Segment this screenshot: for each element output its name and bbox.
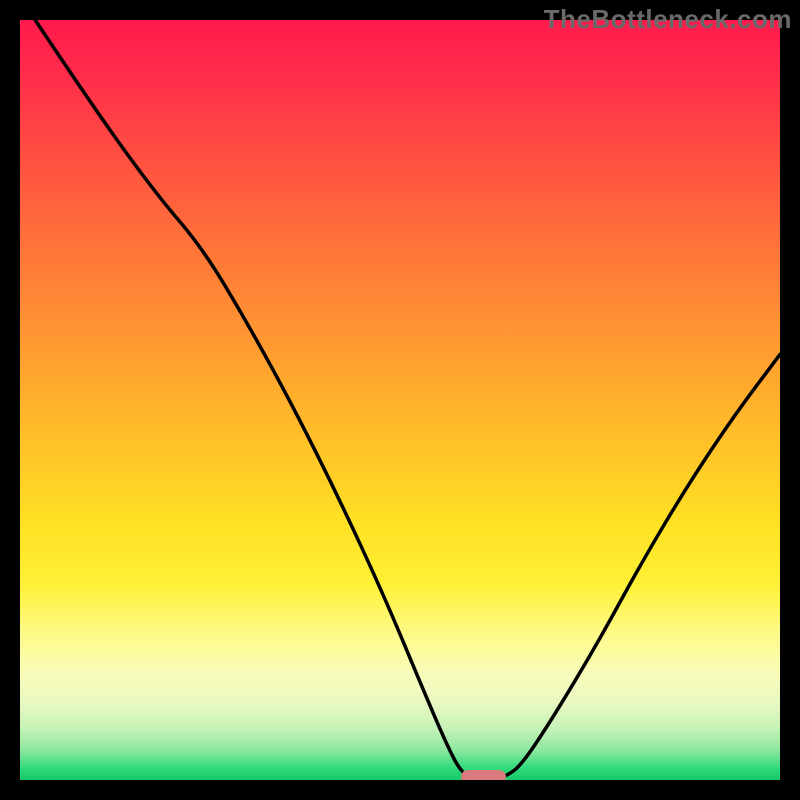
- bottleneck-curve: [20, 20, 780, 780]
- optimal-zone-marker: [461, 770, 507, 780]
- watermark-text: TheBottleneck.com: [544, 4, 792, 35]
- chart-frame: TheBottleneck.com: [0, 0, 800, 800]
- plot-area: [20, 20, 780, 780]
